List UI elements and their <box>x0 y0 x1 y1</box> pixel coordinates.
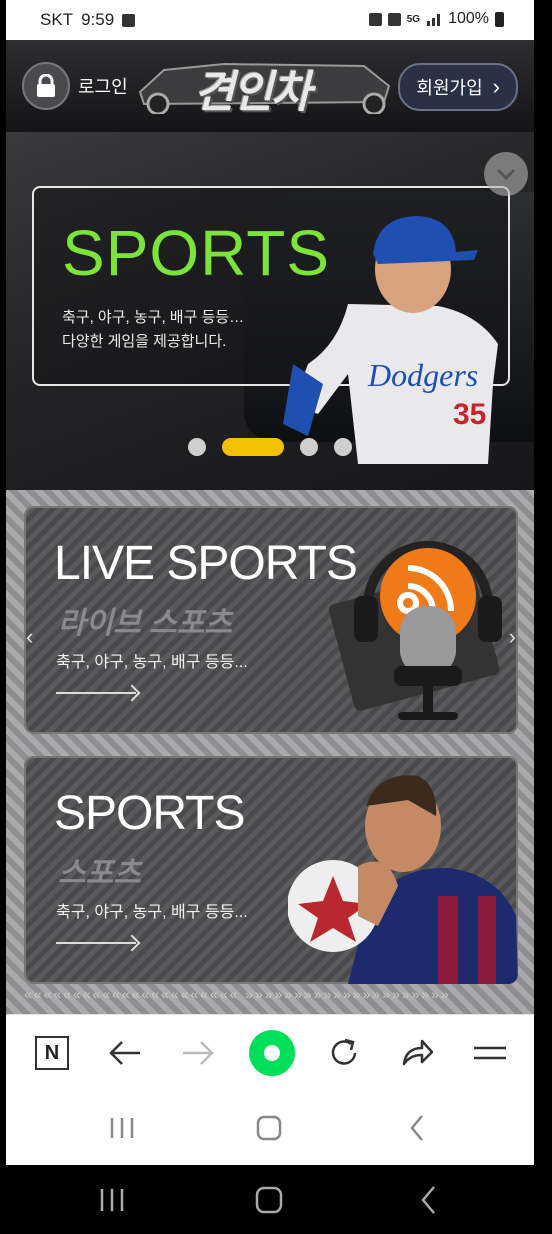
back-arrow-icon <box>109 1041 140 1065</box>
slide-dot[interactable] <box>300 438 318 456</box>
slide-dot-active[interactable] <box>222 438 284 456</box>
lock-status-icon <box>368 12 382 26</box>
browser-toolbar: N <box>6 1014 534 1091</box>
home-icon[interactable] <box>256 1115 282 1141</box>
forward-arrow-icon <box>183 1041 214 1065</box>
site-logo[interactable]: 견인차 <box>134 52 396 118</box>
signup-button[interactable]: 회원가입 › <box>398 63 518 111</box>
status-left: SKT 9:59 <box>40 10 136 30</box>
live-sports-description: 축구, 야구, 농구, 배구 등등... <box>56 654 248 671</box>
green-dot-button[interactable] <box>249 1030 295 1076</box>
chevron-right-icon: › <box>492 74 500 99</box>
network-type: 5G <box>406 13 421 25</box>
share-icon <box>402 1039 434 1066</box>
chevron-down-icon <box>496 168 516 180</box>
baseball-player-image: Dodgers 35 <box>283 216 498 464</box>
live-sports-card[interactable]: LIVE SPORTS 라이브 스포츠 축구, 야구, 농구, 배구 등등...… <box>24 506 518 734</box>
menu-button[interactable] <box>470 1033 510 1073</box>
sports-subtitle: 스포츠 <box>58 857 141 890</box>
slide-dot[interactable] <box>188 438 206 456</box>
system-nav-bar-outer <box>0 1165 552 1234</box>
chevron-right-icon: › <box>508 624 516 649</box>
system-nav-bar-inner <box>6 1090 534 1165</box>
carrier-label: SKT <box>40 10 74 29</box>
battery-icon <box>495 11 504 27</box>
live-sports-subtitle: 라이브 스포츠 <box>58 607 232 640</box>
green-dot-icon <box>249 1030 295 1076</box>
arrow-right-icon <box>56 942 136 944</box>
decorative-chevron-strip: «««««««««««««««««««««« »»»»»»»»»»»»»»»»»… <box>24 986 451 1002</box>
sports-description: 축구, 야구, 농구, 배구 등등... <box>56 904 248 921</box>
back-icon[interactable] <box>408 1114 426 1142</box>
login-button[interactable]: 로그인 <box>22 62 128 110</box>
live-sports-title: LIVE SPORTS <box>54 537 358 590</box>
back-button[interactable] <box>105 1033 145 1073</box>
clock: 9:59 <box>81 10 115 29</box>
refresh-icon <box>331 1038 357 1065</box>
recent-apps-icon[interactable] <box>98 1187 126 1213</box>
logo-text: 견인차 <box>194 67 311 118</box>
signup-label: 회원가입 <box>416 78 483 98</box>
lock-icon <box>22 62 70 110</box>
battery-percent: 100% <box>448 10 489 27</box>
site-header: 로그인 견인차 회원가입 › <box>6 40 534 132</box>
login-label: 로그인 <box>78 77 128 97</box>
hero-slider[interactable]: SPORTS 축구, 야구, 농구, 배구 등등… 다양한 게임을 제공합니다.… <box>6 132 534 490</box>
slider-pagination <box>188 438 352 456</box>
forward-button[interactable] <box>178 1033 218 1073</box>
microphone-headphone-icon <box>328 541 502 720</box>
soccer-player-image <box>288 775 518 984</box>
home-icon[interactable] <box>255 1186 283 1214</box>
arrow-right-icon <box>56 692 136 694</box>
collapse-button[interactable] <box>484 152 528 196</box>
status-bar: SKT 9:59 5G 100% <box>6 0 534 40</box>
back-icon[interactable] <box>419 1185 437 1215</box>
recent-apps-icon[interactable] <box>108 1116 136 1140</box>
game-sections: LIVE SPORTS 라이브 스포츠 축구, 야구, 농구, 배구 등등...… <box>6 490 534 1014</box>
sports-title: SPORTS <box>54 787 245 840</box>
share-button[interactable] <box>397 1033 437 1073</box>
alarm-icon <box>387 12 401 26</box>
gallery-notification-icon <box>122 13 136 27</box>
hamburger-menu-icon <box>474 1046 506 1060</box>
phone-screen: SKT 9:59 5G 100% 로그인 견인차 회원가입 › SPORTS 축… <box>6 0 534 1165</box>
refresh-button[interactable] <box>324 1033 364 1073</box>
jersey-team-text: Dodgers <box>367 357 478 393</box>
signal-icon <box>427 14 441 26</box>
naver-home-icon: N <box>35 1036 69 1070</box>
chevron-left-icon: ‹ <box>26 624 34 649</box>
status-right: 5G 100% <box>368 10 504 28</box>
naver-home-button[interactable]: N <box>32 1033 72 1073</box>
slide-dot[interactable] <box>334 438 352 456</box>
hero-description: 축구, 야구, 농구, 배구 등등… 다양한 게임을 제공합니다. <box>62 309 245 350</box>
jersey-number-text: 35 <box>453 398 486 431</box>
sports-card[interactable]: SPORTS 스포츠 축구, 야구, 농구, 배구 등등... <box>24 756 518 984</box>
